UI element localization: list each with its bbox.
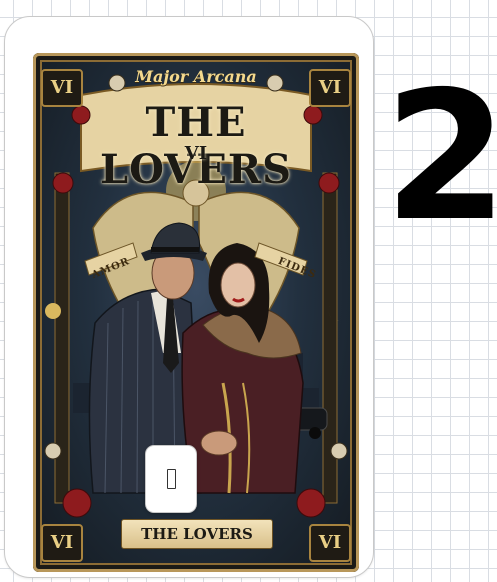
corner-numeral-top-left: VI bbox=[41, 69, 83, 107]
empty-box-glyph-icon bbox=[166, 469, 176, 489]
tarot-card-frame[interactable]: Major Arcana THE LOVERS VI VI VI VI VI A… bbox=[4, 16, 374, 578]
card-count-number: 2 bbox=[384, 53, 497, 260]
card-banner-label: THE LOVERS bbox=[121, 519, 273, 549]
arcana-label: Major Arcana bbox=[135, 67, 257, 86]
corner-numeral-bottom-left: VI bbox=[41, 524, 83, 562]
card-action-button[interactable] bbox=[145, 445, 197, 513]
corner-numeral-bottom-right: VI bbox=[309, 524, 351, 562]
corner-numeral-top-right: VI bbox=[309, 69, 351, 107]
card-numeral: VI bbox=[184, 143, 208, 164]
